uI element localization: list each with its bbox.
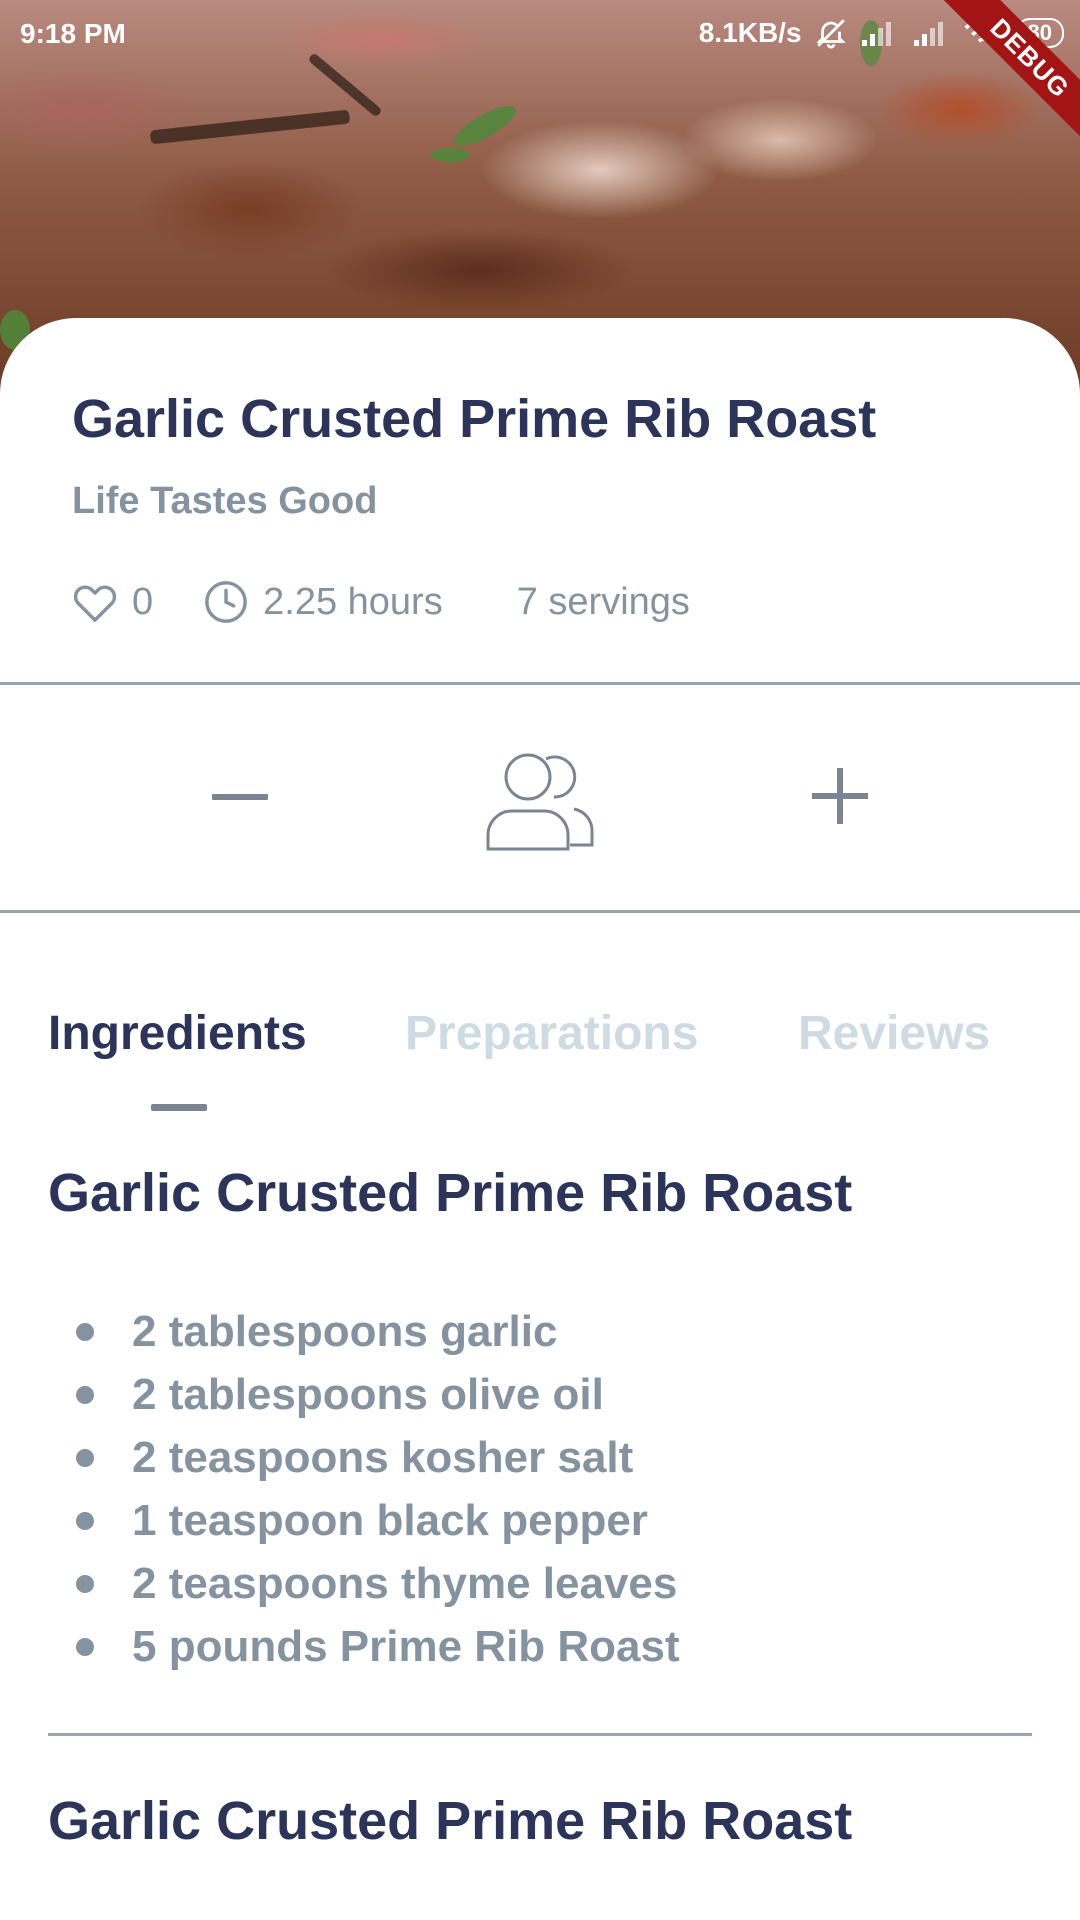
likes-value: 0 (132, 580, 154, 623)
minus-icon[interactable] (212, 789, 268, 807)
plus-icon[interactable] (812, 767, 868, 829)
increase-servings-button[interactable] (795, 753, 885, 843)
tab-ingredients[interactable]: Ingredients (48, 1006, 307, 1061)
divider (0, 682, 1080, 685)
bullet (76, 1574, 94, 1593)
network-speed: 8.1KB/s (698, 17, 802, 48)
recipe-source[interactable]: Life Tastes Good (72, 480, 377, 523)
recipe-title: Garlic Crusted Prime Rib Roast (72, 389, 877, 449)
bullet (76, 1637, 94, 1656)
servings-people-icon-wrapper (480, 748, 600, 858)
heart-outline-icon[interactable] (72, 581, 118, 623)
list-item: 1 teaspoon black pepper (76, 1489, 680, 1552)
status-bar: 9:18 PM 8.1KB/s 80 (0, 0, 1080, 70)
divider (0, 910, 1080, 913)
tab-reviews[interactable]: Reviews (798, 1006, 990, 1061)
list-item: 2 tablespoons garlic (76, 1300, 680, 1363)
duration: 2.25 hours (203, 579, 443, 625)
list-item: 2 teaspoons thyme leaves (76, 1552, 680, 1615)
bell-off-icon (814, 16, 848, 50)
status-time: 9:18 PM (20, 18, 126, 49)
duration-value: 2.25 hours (263, 580, 443, 623)
signal-icon (860, 18, 900, 48)
bullet (76, 1511, 94, 1530)
active-tab-indicator (151, 1104, 207, 1111)
list-item: 5 pounds Prime Rib Roast (76, 1615, 680, 1678)
bullet (76, 1322, 94, 1341)
list-item: 2 teaspoons kosher salt (76, 1426, 680, 1489)
ingredient-section-title: Garlic Crusted Prime Rib Roast (48, 1791, 853, 1851)
tab-preparations[interactable]: Preparations (405, 1006, 698, 1061)
list-item: 2 tablespoons olive oil (76, 1363, 680, 1426)
signal-icon-2 (912, 18, 952, 48)
ingredient-list: 2 tablespoons garlic 2 tablespoons olive… (76, 1300, 680, 1678)
clock-icon (203, 579, 249, 625)
bullet (76, 1448, 94, 1467)
recipe-card: Garlic Crusted Prime Rib Roast Life Tast… (0, 318, 1080, 1920)
servings: 7 servings (517, 581, 690, 624)
people-icon (484, 749, 596, 858)
bullet (76, 1385, 94, 1404)
servings-value: 7 servings (516, 580, 690, 623)
recipe-meta: 0 2.25 hours 7 servings (72, 576, 690, 628)
decrease-servings-button[interactable] (195, 753, 285, 843)
likes-count[interactable]: 0 (72, 581, 153, 624)
divider (48, 1733, 1032, 1736)
ingredient-section-title: Garlic Crusted Prime Rib Roast (48, 1163, 853, 1223)
